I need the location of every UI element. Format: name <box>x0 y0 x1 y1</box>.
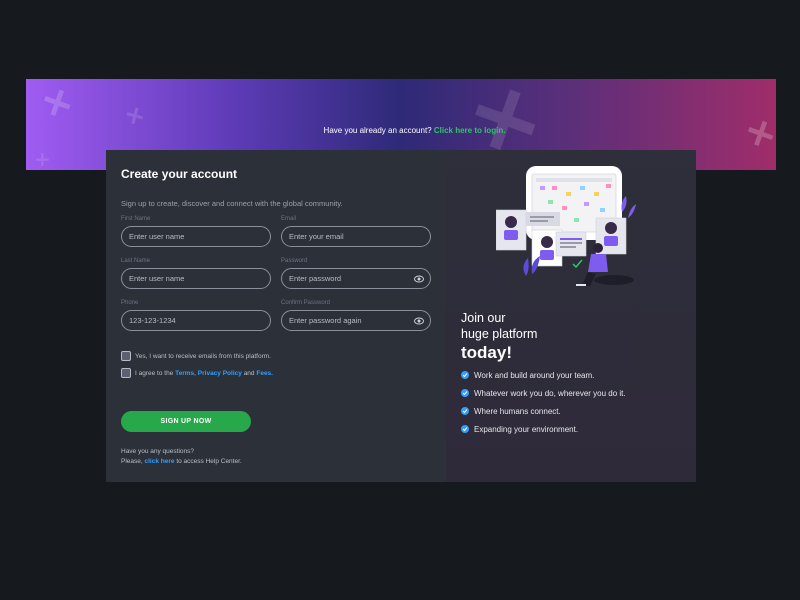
feature-text: Work and build around your team. <box>474 370 595 380</box>
phone-field: Phone <box>121 300 271 331</box>
first-name-label: First Name <box>121 216 151 222</box>
help-text: Have you any questions? Please, click he… <box>121 447 242 467</box>
password-label: Password <box>281 258 308 264</box>
login-prompt: Have you already an account? Click here … <box>26 126 776 135</box>
check-circle-icon <box>461 407 469 415</box>
confirm-password-input[interactable] <box>289 316 423 325</box>
feature-text: Expanding your environment. <box>474 424 579 434</box>
feature-text: Where humans connect. <box>474 406 561 416</box>
password-field: Password <box>281 258 431 289</box>
sign-up-button[interactable]: SIGN UP NOW <box>121 411 251 432</box>
form-title: Create your account <box>121 167 238 181</box>
team-collaboration-illustration <box>496 166 636 286</box>
confirm-password-label: Confirm Password <box>281 300 331 306</box>
login-link[interactable]: Click here to login. <box>434 126 506 135</box>
email-input[interactable] <box>289 232 423 241</box>
list-item: Work and build around your team. <box>461 370 626 380</box>
list-item: Expanding your environment. <box>461 424 626 434</box>
join-line-1: Join our <box>461 311 506 325</box>
eye-icon[interactable] <box>414 274 424 284</box>
terms-link[interactable]: Terms <box>175 370 194 377</box>
plus-decoration-icon: + <box>32 79 83 131</box>
email-field: Email <box>281 216 431 247</box>
list-item: Where humans connect. <box>461 406 626 416</box>
last-name-label: Last Name <box>121 258 151 264</box>
email-label: Email <box>281 216 297 222</box>
terms-prefix: I agree to the <box>135 369 174 377</box>
help-suffix: to access Help Center. <box>176 458 242 465</box>
first-name-input[interactable] <box>129 232 263 241</box>
plus-decoration-icon: + <box>34 147 51 170</box>
password-input[interactable] <box>289 274 423 283</box>
phone-input[interactable] <box>129 316 263 325</box>
emails-consent-label: Yes, I want to receive emails from this … <box>135 352 271 360</box>
consent-checkboxes: Yes, I want to receive emails from this … <box>121 351 273 385</box>
fees-link[interactable]: Fees. <box>256 370 273 377</box>
terms-checkbox[interactable] <box>121 368 131 378</box>
and-text: and <box>243 369 255 377</box>
last-name-input[interactable] <box>129 274 263 283</box>
emails-consent-row[interactable]: Yes, I want to receive emails from this … <box>121 351 273 361</box>
terms-consent-row[interactable]: I agree to the Terms, Privacy Policy and… <box>121 368 273 378</box>
help-question: Have you any questions? <box>121 448 194 455</box>
check-circle-icon <box>461 389 469 397</box>
signup-form-panel: Create your account Sign up to create, d… <box>106 150 446 482</box>
check-circle-icon <box>461 371 469 379</box>
feature-list: Work and build around your team. Whateve… <box>461 370 626 442</box>
join-heading: Join our huge platform today! <box>461 310 537 364</box>
help-center-link[interactable]: click here <box>145 458 175 465</box>
confirm-password-field: Confirm Password <box>281 300 431 331</box>
first-name-field: First Name <box>121 216 271 247</box>
login-question: Have you already an account? <box>323 126 432 135</box>
join-line-3: today! <box>461 343 512 362</box>
privacy-policy-link[interactable]: Privacy Policy <box>198 370 242 377</box>
join-line-2: huge platform <box>461 327 538 341</box>
list-item: Whatever work you do, wherever you do it… <box>461 388 626 398</box>
emails-checkbox[interactable] <box>121 351 131 361</box>
phone-label: Phone <box>121 300 139 306</box>
info-panel: Join our huge platform today! Work and b… <box>446 150 696 482</box>
feature-text: Whatever work you do, wherever you do it… <box>474 388 626 398</box>
signup-card: Create your account Sign up to create, d… <box>106 150 696 482</box>
help-prefix: Please, <box>121 458 143 465</box>
last-name-field: Last Name <box>121 258 271 289</box>
form-subtitle: Sign up to create, discover and connect … <box>121 199 343 208</box>
check-circle-icon <box>461 425 469 433</box>
eye-icon[interactable] <box>414 316 424 326</box>
